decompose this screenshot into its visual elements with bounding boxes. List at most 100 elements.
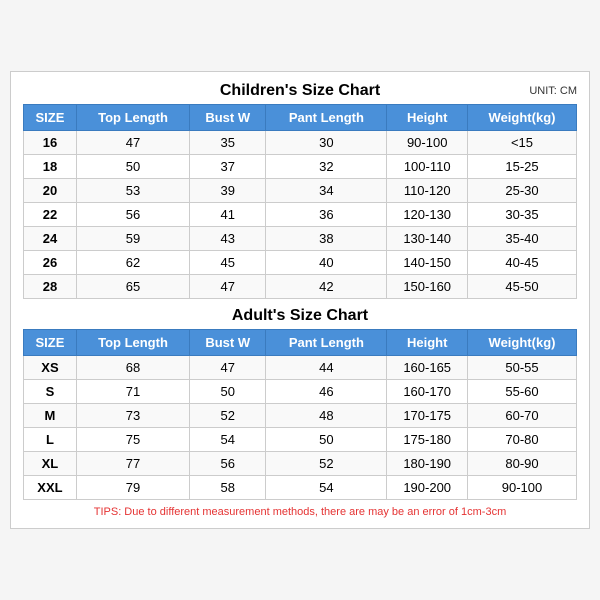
table-cell: 50-55 xyxy=(468,356,577,380)
table-cell: 28 xyxy=(24,275,77,299)
table-cell: 130-140 xyxy=(387,227,468,251)
tips-text: TIPS: Due to different measurement metho… xyxy=(23,506,577,518)
table-cell: 160-165 xyxy=(387,356,468,380)
table-cell: 79 xyxy=(76,476,189,500)
children-header-row: SIZE Top Length Bust W Pant Length Heigh… xyxy=(24,105,577,131)
table-cell: 26 xyxy=(24,251,77,275)
table-cell: 41 xyxy=(190,203,266,227)
table-row: XL775652180-19080-90 xyxy=(24,452,577,476)
table-cell: 50 xyxy=(266,428,387,452)
table-cell: 15-25 xyxy=(468,155,577,179)
unit-label: UNIT: CM xyxy=(529,85,577,97)
table-cell: 47 xyxy=(76,131,189,155)
table-cell: 48 xyxy=(266,404,387,428)
table-row: XS684744160-16550-55 xyxy=(24,356,577,380)
table-cell: 35 xyxy=(190,131,266,155)
table-cell: 60-70 xyxy=(468,404,577,428)
table-cell: 90-100 xyxy=(468,476,577,500)
table-cell: 44 xyxy=(266,356,387,380)
table-cell: 150-160 xyxy=(387,275,468,299)
children-tbody: 1647353090-100<1518503732100-11015-25205… xyxy=(24,131,577,299)
table-cell: 36 xyxy=(266,203,387,227)
table-cell: 47 xyxy=(190,356,266,380)
table-row: 1647353090-100<15 xyxy=(24,131,577,155)
table-cell: 42 xyxy=(266,275,387,299)
table-cell: 73 xyxy=(76,404,189,428)
table-cell: 54 xyxy=(266,476,387,500)
table-row: 22564136120-13030-35 xyxy=(24,203,577,227)
children-col-pantlength: Pant Length xyxy=(266,105,387,131)
table-cell: 16 xyxy=(24,131,77,155)
adult-table: SIZE Top Length Bust W Pant Length Heigh… xyxy=(23,329,577,500)
table-row: S715046160-17055-60 xyxy=(24,380,577,404)
table-cell: 55-60 xyxy=(468,380,577,404)
table-cell: 24 xyxy=(24,227,77,251)
table-row: 24594338130-14035-40 xyxy=(24,227,577,251)
children-title: Children's Size Chart xyxy=(220,82,380,100)
table-cell: 39 xyxy=(190,179,266,203)
table-cell: S xyxy=(24,380,77,404)
table-cell: 56 xyxy=(76,203,189,227)
table-cell: 100-110 xyxy=(387,155,468,179)
table-cell: 90-100 xyxy=(387,131,468,155)
table-cell: XL xyxy=(24,452,77,476)
table-cell: 32 xyxy=(266,155,387,179)
table-cell: 30 xyxy=(266,131,387,155)
table-row: 26624540140-15040-45 xyxy=(24,251,577,275)
table-cell: 46 xyxy=(266,380,387,404)
table-cell: 59 xyxy=(76,227,189,251)
adult-col-bustw: Bust W xyxy=(190,330,266,356)
table-cell: 68 xyxy=(76,356,189,380)
table-cell: 34 xyxy=(266,179,387,203)
table-cell: 43 xyxy=(190,227,266,251)
table-cell: 175-180 xyxy=(387,428,468,452)
table-cell: 40 xyxy=(266,251,387,275)
table-cell: 20 xyxy=(24,179,77,203)
table-cell: 54 xyxy=(190,428,266,452)
table-cell: 45 xyxy=(190,251,266,275)
children-title-row: Children's Size Chart UNIT: CM xyxy=(23,82,577,100)
table-cell: 110-120 xyxy=(387,179,468,203)
table-cell: 170-175 xyxy=(387,404,468,428)
table-cell: 53 xyxy=(76,179,189,203)
table-cell: 56 xyxy=(190,452,266,476)
adult-title-row: Adult's Size Chart xyxy=(23,307,577,325)
table-cell: 75 xyxy=(76,428,189,452)
table-cell: 22 xyxy=(24,203,77,227)
table-cell: 25-30 xyxy=(468,179,577,203)
table-cell: 37 xyxy=(190,155,266,179)
adult-tbody: XS684744160-16550-55S715046160-17055-60M… xyxy=(24,356,577,500)
table-cell: 140-150 xyxy=(387,251,468,275)
table-cell: 180-190 xyxy=(387,452,468,476)
table-cell: 35-40 xyxy=(468,227,577,251)
children-table: SIZE Top Length Bust W Pant Length Heigh… xyxy=(23,104,577,299)
table-cell: 120-130 xyxy=(387,203,468,227)
adult-col-toplength: Top Length xyxy=(76,330,189,356)
table-cell: 160-170 xyxy=(387,380,468,404)
children-col-weight: Weight(kg) xyxy=(468,105,577,131)
table-cell: M xyxy=(24,404,77,428)
children-col-height: Height xyxy=(387,105,468,131)
table-cell: <15 xyxy=(468,131,577,155)
table-cell: 45-50 xyxy=(468,275,577,299)
adult-title: Adult's Size Chart xyxy=(232,307,368,325)
table-cell: 40-45 xyxy=(468,251,577,275)
table-cell: 18 xyxy=(24,155,77,179)
table-cell: 50 xyxy=(76,155,189,179)
adult-col-height: Height xyxy=(387,330,468,356)
table-cell: 38 xyxy=(266,227,387,251)
adult-col-size: SIZE xyxy=(24,330,77,356)
table-cell: 50 xyxy=(190,380,266,404)
children-col-toplength: Top Length xyxy=(76,105,189,131)
adult-col-pantlength: Pant Length xyxy=(266,330,387,356)
table-cell: 30-35 xyxy=(468,203,577,227)
table-cell: L xyxy=(24,428,77,452)
table-cell: XS xyxy=(24,356,77,380)
adult-col-weight: Weight(kg) xyxy=(468,330,577,356)
table-cell: 47 xyxy=(190,275,266,299)
adult-header-row: SIZE Top Length Bust W Pant Length Heigh… xyxy=(24,330,577,356)
chart-container: Children's Size Chart UNIT: CM SIZE Top … xyxy=(10,71,590,529)
table-row: L755450175-18070-80 xyxy=(24,428,577,452)
children-col-size: SIZE xyxy=(24,105,77,131)
table-row: 28654742150-16045-50 xyxy=(24,275,577,299)
